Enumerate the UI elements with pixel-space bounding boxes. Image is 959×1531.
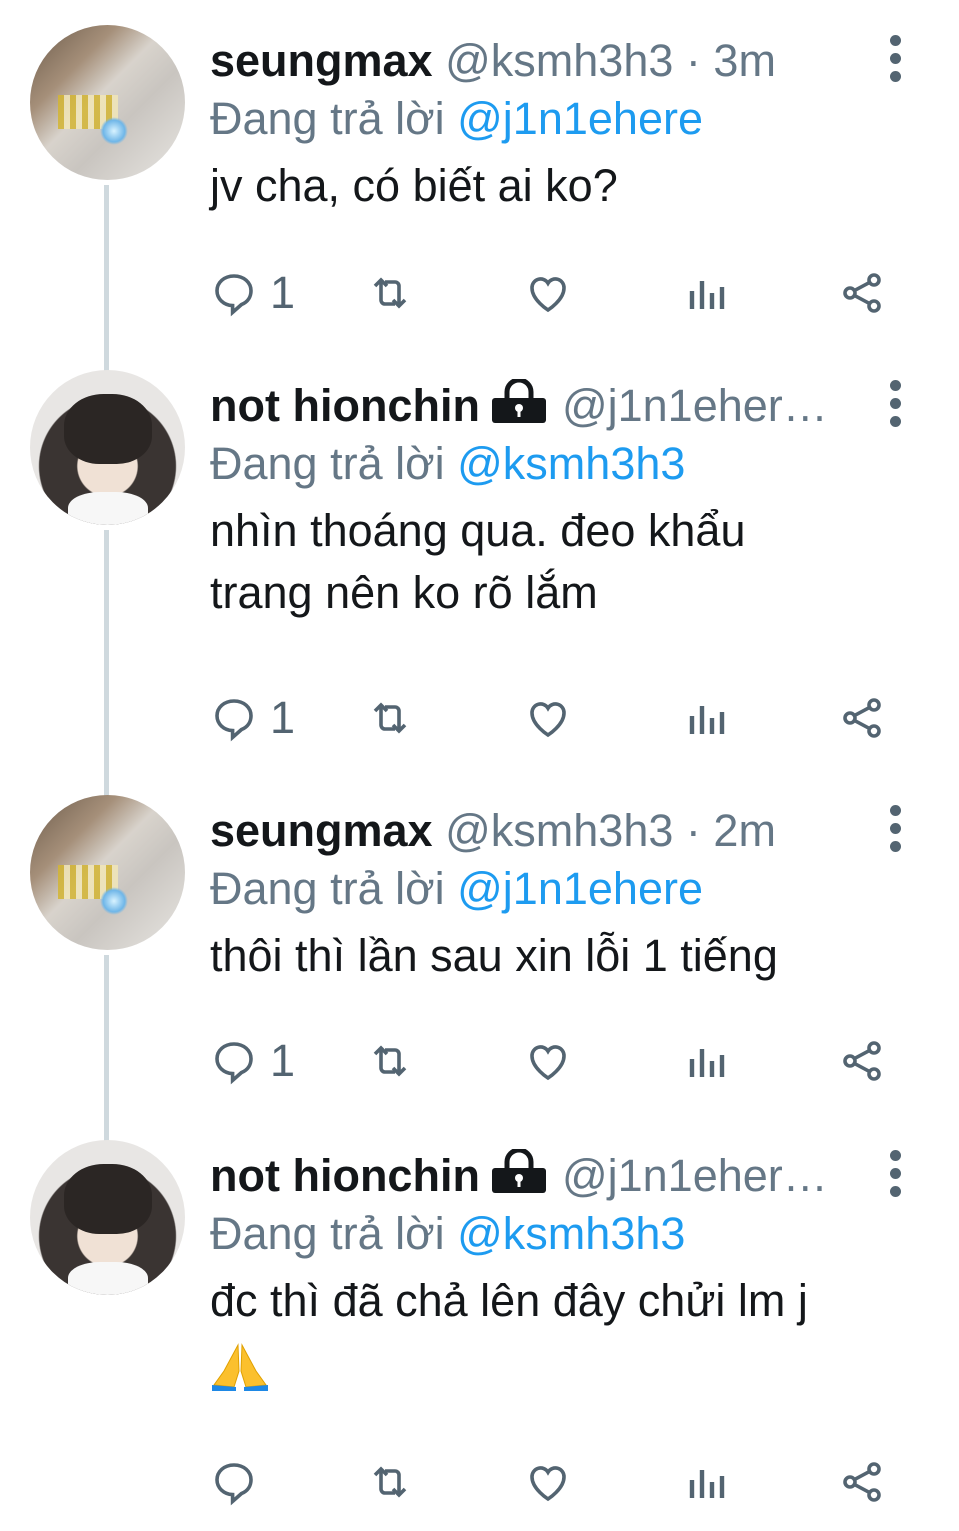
- tweet-header: seungmax @ksmh3h3 · 3m: [210, 33, 776, 89]
- heart-icon: [530, 1466, 566, 1502]
- share-button[interactable]: [838, 263, 886, 323]
- tweet-header: not hionchin @j1n1eher…: [210, 1148, 828, 1204]
- separator: ·: [685, 805, 701, 856]
- retweet-icon: [373, 277, 407, 309]
- tweet-header: seungmax @ksmh3h3 · 2m: [210, 803, 776, 859]
- retweet-icon: [373, 1045, 407, 1077]
- reply-button[interactable]: 1: [210, 1031, 295, 1091]
- reply-count: 1: [270, 692, 296, 743]
- display-name[interactable]: seungmax: [210, 35, 433, 86]
- display-name[interactable]: not hionchin: [210, 1150, 480, 1201]
- action-bar: [0, 1452, 959, 1512]
- retweet-button[interactable]: [366, 688, 414, 748]
- share-button[interactable]: [838, 1031, 886, 1091]
- display-name[interactable]: not hionchin: [210, 380, 480, 431]
- reply-context: Đang trả lời @j1n1ehere: [210, 91, 703, 147]
- emoji-line: [210, 1332, 910, 1394]
- reply-button[interactable]: 1: [210, 688, 295, 748]
- tweet-text: đc thì đã chả lên đây chửi lm j: [210, 1270, 910, 1394]
- views-button[interactable]: [682, 263, 730, 323]
- analytics-icon: [689, 1049, 725, 1077]
- tweet-header: not hionchin @j1n1eher…: [210, 378, 828, 434]
- like-button[interactable]: [524, 263, 572, 323]
- tweet-text: nhìn thoáng qua. đeo khẩu trang nên ko r…: [210, 500, 910, 624]
- more-vertical-icon[interactable]: [880, 35, 910, 95]
- timestamp[interactable]: 3m: [713, 35, 776, 86]
- user-handle[interactable]: @j1n1eher…: [562, 1150, 828, 1201]
- analytics-icon: [689, 706, 725, 734]
- like-button[interactable]: [524, 688, 572, 748]
- tweet-text-line: đc thì đã chả lên đây chửi lm j: [210, 1275, 808, 1326]
- reply-context: Đang trả lời @j1n1ehere: [210, 861, 703, 917]
- reply-button[interactable]: [210, 1452, 270, 1512]
- like-button[interactable]: [524, 1452, 572, 1512]
- timestamp[interactable]: 2m: [713, 805, 776, 856]
- retweet-button[interactable]: [366, 1031, 414, 1091]
- tweet[interactable]: not hionchin @j1n1eher… Đang trả lời @ksm…: [0, 370, 959, 770]
- heart-icon: [530, 1045, 566, 1081]
- retweet-button[interactable]: [366, 263, 414, 323]
- share-button[interactable]: [838, 688, 886, 748]
- reply-mention[interactable]: @ksmh3h3: [457, 438, 685, 489]
- avatar[interactable]: [30, 1140, 185, 1295]
- tweet-text-line: nhìn thoáng qua. đeo khẩu: [210, 505, 746, 556]
- action-bar: 1: [0, 1031, 959, 1091]
- more-vertical-icon[interactable]: [880, 1150, 910, 1210]
- share-button[interactable]: [838, 1452, 886, 1512]
- avatar[interactable]: [30, 370, 185, 525]
- user-handle[interactable]: @ksmh3h3: [445, 35, 673, 86]
- retweet-button[interactable]: [366, 1452, 414, 1512]
- reply-icon: [215, 1042, 253, 1085]
- tweet-text: thôi thì lần sau xin lỗi 1 tiếng: [210, 930, 778, 981]
- views-button[interactable]: [682, 688, 730, 748]
- reply-icon: [215, 699, 253, 742]
- reply-mention[interactable]: @ksmh3h3: [457, 1208, 685, 1259]
- reply-count: 1: [270, 267, 296, 318]
- views-button[interactable]: [682, 1031, 730, 1091]
- reply-icon: [215, 1463, 253, 1506]
- reply-context: Đang trả lời @ksmh3h3: [210, 1206, 685, 1262]
- retweet-icon: [373, 702, 407, 734]
- tweet-text-line: trang nên ko rõ lắm: [210, 567, 598, 618]
- tweet[interactable]: seungmax @ksmh3h3 · 2m Đang trả lời @j1n…: [0, 795, 959, 1125]
- reply-count: 1: [270, 1035, 296, 1086]
- folded-hands-emoji: [212, 1343, 268, 1392]
- avatar[interactable]: [30, 25, 185, 180]
- reply-button[interactable]: 1: [210, 263, 295, 323]
- display-name[interactable]: seungmax: [210, 805, 433, 856]
- avatar[interactable]: [30, 795, 185, 950]
- more-vertical-icon[interactable]: [880, 380, 910, 440]
- more-vertical-icon[interactable]: [880, 805, 910, 865]
- reply-mention[interactable]: @j1n1ehere: [457, 93, 703, 144]
- reply-prefix: Đang trả lời: [210, 93, 445, 144]
- analytics-icon: [689, 281, 725, 309]
- reply-prefix: Đang trả lời: [210, 1208, 445, 1259]
- heart-icon: [530, 702, 566, 738]
- reply-icon: [215, 274, 253, 317]
- user-handle[interactable]: @j1n1eher…: [562, 380, 828, 431]
- share-icon: [843, 273, 881, 313]
- action-bar: 1: [0, 263, 959, 323]
- heart-icon: [530, 277, 566, 313]
- like-button[interactable]: [524, 1031, 572, 1091]
- reply-context: Đang trả lời @ksmh3h3: [210, 436, 685, 492]
- user-handle[interactable]: @ksmh3h3: [445, 805, 673, 856]
- share-icon: [843, 1041, 881, 1081]
- views-button[interactable]: [682, 1452, 730, 1512]
- reply-prefix: Đang trả lời: [210, 438, 445, 489]
- action-bar: 1: [0, 688, 959, 748]
- retweet-icon: [373, 1466, 407, 1498]
- separator: ·: [685, 35, 701, 86]
- share-icon: [843, 698, 881, 738]
- lock-icon: [491, 1149, 546, 1193]
- share-icon: [843, 1462, 881, 1502]
- tweet[interactable]: not hionchin @j1n1eher… Đang trả lời @ksm…: [0, 1140, 959, 1531]
- reply-prefix: Đang trả lời: [210, 863, 445, 914]
- analytics-icon: [689, 1470, 725, 1498]
- tweet-text: jv cha, có biết ai ko?: [210, 160, 618, 211]
- lock-icon: [491, 379, 546, 423]
- tweet[interactable]: seungmax @ksmh3h3 · 3m Đang trả lời @j1n…: [0, 25, 959, 355]
- reply-mention[interactable]: @j1n1ehere: [457, 863, 703, 914]
